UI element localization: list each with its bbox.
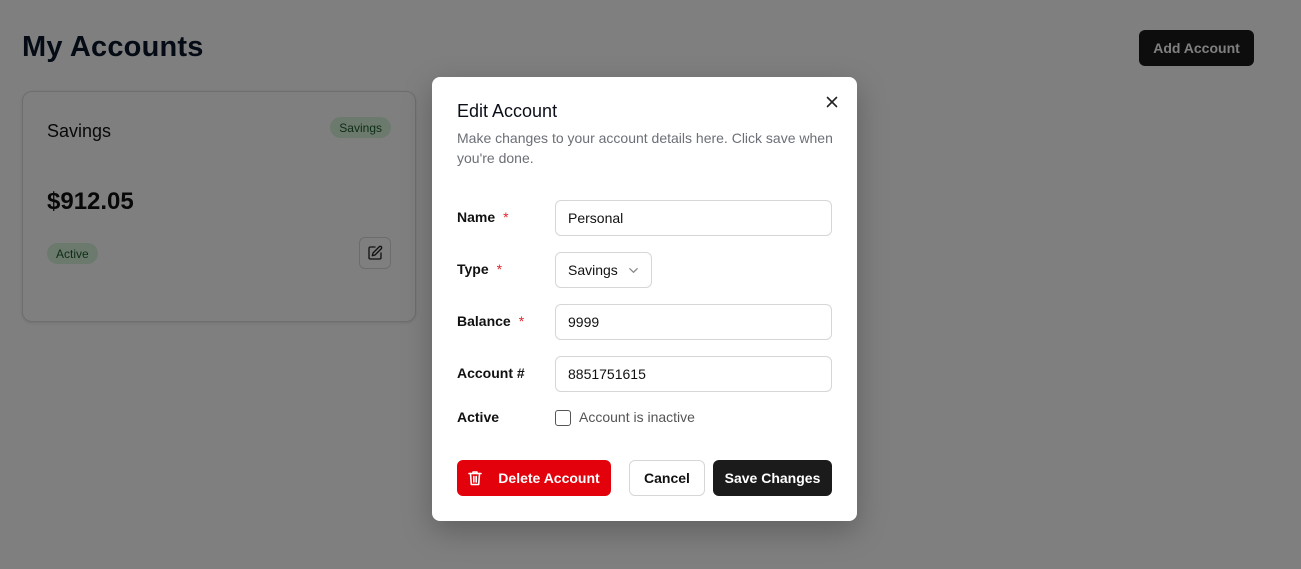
delete-account-button[interactable]: Delete Account (457, 460, 611, 496)
account-number-label: Account # (457, 365, 525, 381)
type-select[interactable]: Savings (555, 252, 652, 288)
active-checkbox[interactable] (555, 410, 571, 426)
active-checkbox-label[interactable]: Account is inactive (579, 409, 695, 425)
close-button[interactable] (824, 94, 840, 110)
balance-input[interactable] (555, 304, 832, 340)
chevron-down-icon (629, 267, 638, 273)
account-number-input[interactable] (555, 356, 832, 392)
delete-button-label: Delete Account (498, 470, 600, 486)
trash-icon (468, 470, 483, 486)
required-mark: * (518, 313, 525, 329)
type-label-text: Type (457, 261, 489, 277)
save-changes-button[interactable]: Save Changes (713, 460, 832, 496)
cancel-button[interactable]: Cancel (629, 460, 705, 496)
name-label-text: Name (457, 209, 496, 225)
edit-account-dialog: Edit Account Make changes to your accoun… (432, 77, 857, 521)
dialog-description: Make changes to your account details her… (457, 130, 833, 166)
name-label: Name * (457, 209, 509, 225)
balance-label-text: Balance (457, 313, 511, 329)
balance-label: Balance * (457, 313, 524, 329)
active-label: Active (457, 409, 499, 425)
required-mark: * (496, 261, 503, 277)
type-select-value: Savings (568, 262, 618, 278)
name-input[interactable] (555, 200, 832, 236)
close-icon (826, 96, 838, 108)
type-label: Type * (457, 261, 502, 277)
dialog-title: Edit Account (457, 101, 558, 121)
account-number-label-text: Account # (457, 365, 525, 381)
required-mark: * (503, 209, 509, 225)
active-label-text: Active (457, 409, 500, 425)
